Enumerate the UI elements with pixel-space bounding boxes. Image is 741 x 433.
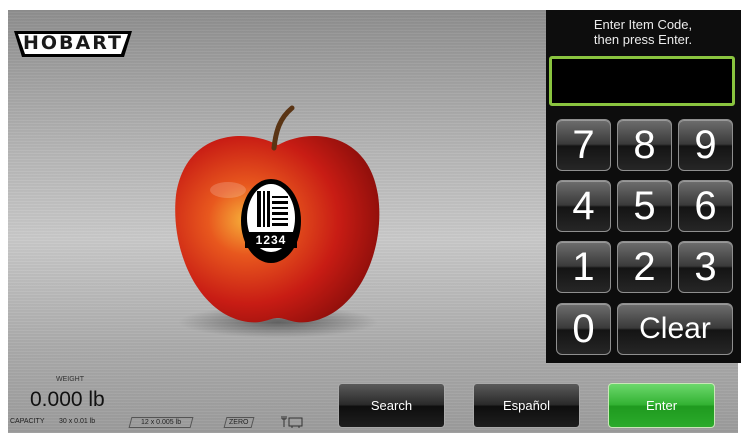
espanol-button[interactable]: Español — [473, 383, 580, 428]
key-0[interactable]: 0 — [556, 303, 611, 355]
clear-button[interactable]: Clear — [617, 303, 733, 355]
capacity-range-2: 12 x 0.005 lb — [128, 417, 194, 428]
entry-prompt: Enter Item Code, then press Enter. — [556, 17, 730, 47]
key-4[interactable]: 4 — [556, 180, 611, 232]
capacity-range-1: 30 x 0.01 lb — [59, 418, 96, 425]
zero-indicator: ZERO — [223, 417, 255, 428]
weight-label: WEIGHT — [56, 376, 84, 383]
capacity-range-2-text: 12 x 0.005 lb — [140, 419, 182, 426]
prompt-line-1: Enter Item Code, — [593, 17, 693, 32]
key-8[interactable]: 8 — [617, 119, 672, 171]
key-1[interactable]: 1 — [556, 241, 611, 293]
weight-value: 0.000 lb — [30, 388, 105, 411]
logo-text: HOBART — [23, 32, 123, 54]
screen-frame-top — [0, 0, 741, 10]
hobart-logo: HOBART — [12, 27, 134, 59]
capacity-label: CAPACITY — [10, 418, 45, 425]
search-button[interactable]: Search — [338, 383, 445, 428]
zero-indicator-text: ZERO — [229, 419, 249, 426]
product-label-code: 1234 — [255, 233, 287, 247]
key-2[interactable]: 2 — [617, 241, 672, 293]
screen-frame-left — [0, 0, 8, 433]
item-code-field[interactable] — [549, 56, 735, 106]
key-5[interactable]: 5 — [617, 180, 672, 232]
barcode-label-icon — [241, 179, 301, 263]
key-7[interactable]: 7 — [556, 119, 611, 171]
key-6[interactable]: 6 — [678, 180, 733, 232]
prompt-line-2: then press Enter. — [593, 32, 693, 47]
key-9[interactable]: 9 — [678, 119, 733, 171]
key-3[interactable]: 3 — [678, 241, 733, 293]
scale-icon — [281, 416, 303, 428]
enter-button[interactable]: Enter — [608, 383, 715, 428]
